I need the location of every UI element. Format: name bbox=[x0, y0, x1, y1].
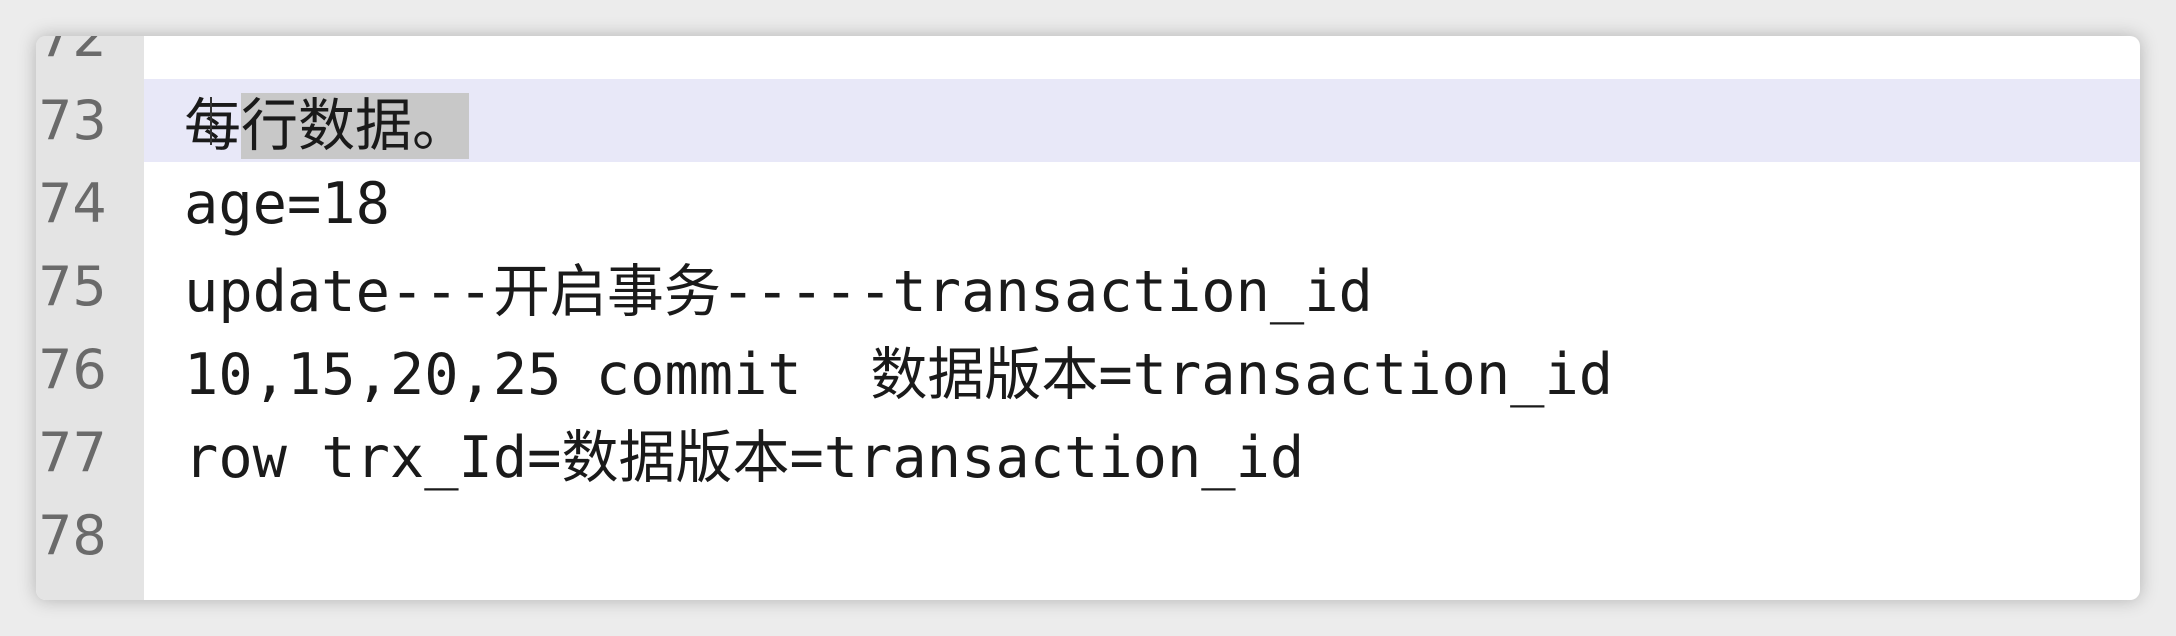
text-editor[interactable]: 72 73 每行数据。 74 age=18 75 update---开启事务--… bbox=[36, 36, 2140, 600]
editor-line-78[interactable]: 78 bbox=[36, 494, 2140, 577]
editor-line-73[interactable]: 73 每行数据。 bbox=[36, 79, 2140, 162]
line-text[interactable]: row trx_Id=数据版本=transaction_id bbox=[144, 412, 1304, 494]
line-text[interactable]: 每行数据。 bbox=[144, 80, 469, 162]
editor-line-74[interactable]: 74 age=18 bbox=[36, 162, 2140, 245]
line-text[interactable]: age=18 bbox=[144, 171, 390, 237]
text-cursor-icon bbox=[210, 97, 212, 145]
line-text[interactable]: update---开启事务-----transaction_id bbox=[144, 246, 1373, 328]
line-number: 74 bbox=[36, 162, 144, 245]
editor-line-76[interactable]: 76 10,15,20,25 commit 数据版本=transaction_i… bbox=[36, 328, 2140, 411]
line-number: 75 bbox=[36, 245, 144, 328]
selected-text: 行数据。 bbox=[241, 92, 469, 159]
line-number: 77 bbox=[36, 411, 144, 494]
line-number: 76 bbox=[36, 328, 144, 411]
unselected-text: 每 bbox=[184, 92, 241, 159]
editor-line-75[interactable]: 75 update---开启事务-----transaction_id bbox=[36, 245, 2140, 328]
editor-line-72[interactable]: 72 bbox=[36, 36, 2140, 79]
editor-lines[interactable]: 72 73 每行数据。 74 age=18 75 update---开启事务--… bbox=[36, 36, 2140, 577]
line-number: 72 bbox=[36, 36, 144, 79]
line-text[interactable]: 10,15,20,25 commit 数据版本=transaction_id bbox=[144, 329, 1613, 411]
line-number: 73 bbox=[36, 79, 144, 162]
line-number: 78 bbox=[36, 494, 144, 577]
editor-line-77[interactable]: 77 row trx_Id=数据版本=transaction_id bbox=[36, 411, 2140, 494]
